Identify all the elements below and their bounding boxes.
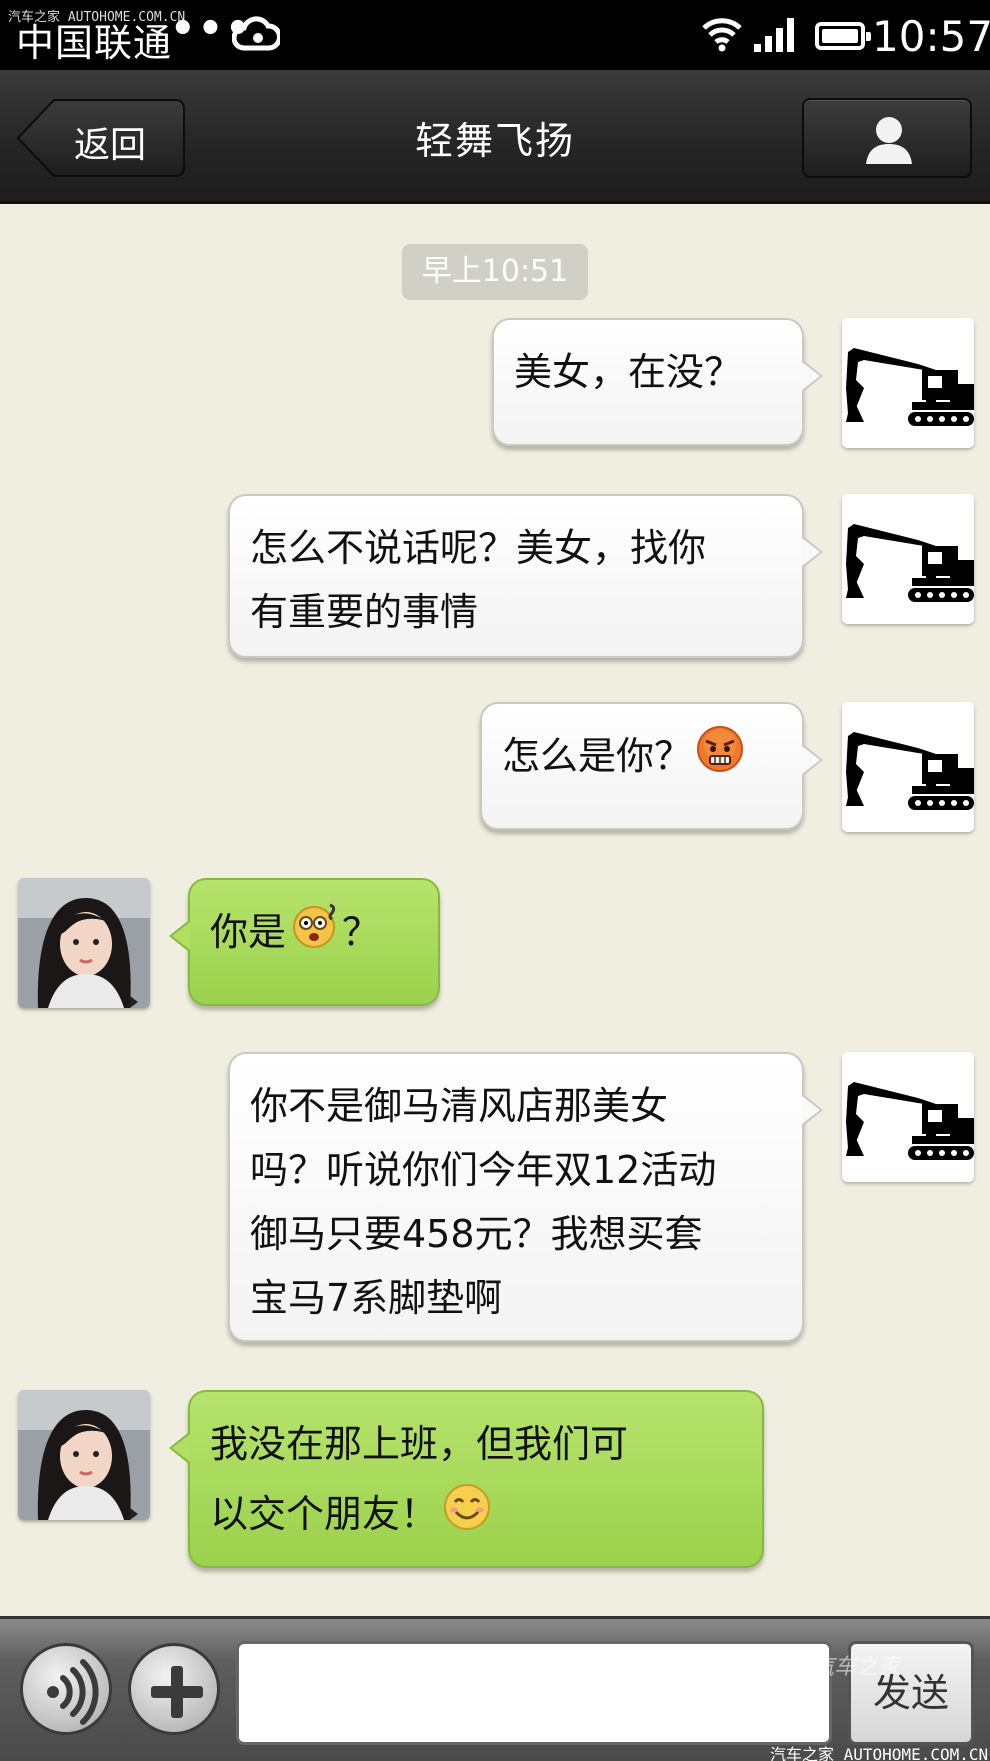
voice-button[interactable] xyxy=(20,1643,112,1735)
watermark-logo: 汽车之家 xyxy=(812,1655,901,1680)
avatar-contact[interactable] xyxy=(18,878,150,1008)
cloud-icon xyxy=(231,14,282,58)
avatar-contact[interactable] xyxy=(18,1390,150,1520)
profile-button[interactable] xyxy=(802,98,972,178)
person-icon xyxy=(866,117,912,164)
battery-icon xyxy=(815,22,871,50)
message-bubble[interactable]: 你是 ？ xyxy=(169,878,440,1006)
message-line: 御马只要458元？我想买套 xyxy=(250,1212,703,1256)
avatar-excavator[interactable] xyxy=(842,1052,974,1182)
message-text-suffix: ？ xyxy=(342,910,381,954)
message-bubble[interactable]: 怎么不说话呢？美女，找你 有重要的事情 xyxy=(228,494,823,658)
status-bar: 汽车之家 AUTOHOME.COM.CN 中国联通 ••• 10:57 xyxy=(0,0,990,70)
avatar-excavator[interactable] xyxy=(842,318,974,448)
message-line: 怎么不说话呢？美女，找你 xyxy=(250,526,707,570)
add-button[interactable] xyxy=(128,1643,220,1735)
watermark-bottom: 汽车之家 AUTOHOME.COM.CN xyxy=(770,1745,989,1761)
smile-face-icon xyxy=(442,1482,492,1551)
status-time: 10:57 xyxy=(872,12,990,61)
input-bar: 发送 汽车之家 汽车之家 AUTOHOME.COM.CN xyxy=(0,1616,990,1761)
message-text: 美女，在没？ xyxy=(514,350,743,394)
wifi-icon xyxy=(700,14,744,58)
time-divider: 早上10:51 xyxy=(402,244,588,300)
message-line: 宝马7系脚垫啊 xyxy=(250,1276,503,1320)
title-bar: 返回 轻舞飞扬 xyxy=(0,70,990,204)
message-line: 吗？听说你们今年双12活动 xyxy=(250,1148,717,1192)
message-line: 我没在那上班，但我们可 xyxy=(210,1422,629,1466)
avatar-excavator[interactable] xyxy=(842,702,974,832)
avatar-excavator[interactable] xyxy=(842,494,974,624)
carrier-name: 中国联通 xyxy=(16,21,173,65)
chat-area[interactable]: 早上10:51 美女，在没？ 怎么不说话呢？美女，找你 有重要的事情 怎么是你？… xyxy=(0,204,990,1616)
excavator-icon xyxy=(842,318,974,448)
excavator-icon xyxy=(842,1052,974,1182)
excavator-icon xyxy=(842,702,974,832)
message-bubble[interactable]: 怎么是你？ xyxy=(480,702,823,830)
signal-icon xyxy=(752,16,800,58)
message-bubble[interactable]: 我没在那上班，但我们可 以交个朋友！ xyxy=(169,1390,764,1568)
message-input[interactable] xyxy=(236,1641,832,1745)
message-bubble[interactable]: 美女，在没？ xyxy=(492,318,823,446)
excavator-icon xyxy=(842,494,974,624)
message-line: 你不是御马清风店那美女 xyxy=(250,1084,669,1128)
angry-face-icon xyxy=(696,725,744,792)
message-line: 以交个朋友！ xyxy=(210,1492,439,1536)
voice-icon xyxy=(47,1659,99,1725)
dizzy-face-icon xyxy=(290,901,342,968)
plus-icon xyxy=(151,1666,203,1718)
contact-photo xyxy=(18,1390,150,1520)
message-line: 有重要的事情 xyxy=(250,590,479,634)
message-text: 你是 xyxy=(210,910,287,954)
message-text: 怎么是你？ xyxy=(502,734,693,778)
contact-photo xyxy=(18,878,150,1008)
message-bubble[interactable]: 你不是御马清风店那美女 吗？听说你们今年双12活动 御马只要458元？我想买套 … xyxy=(228,1052,823,1342)
